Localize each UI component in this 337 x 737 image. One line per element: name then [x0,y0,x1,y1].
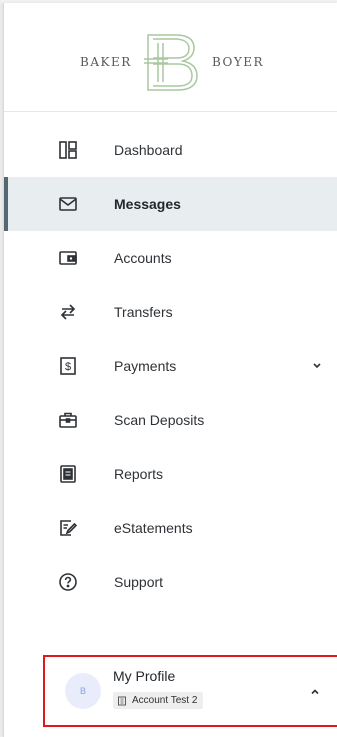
nav-item-label: Accounts [114,250,172,266]
account-badge: Account Test 2 [113,692,204,709]
nav-item-label: Transfers [114,304,173,320]
nav-item-label: eStatements [114,520,193,536]
account-name: Account Test 2 [132,695,198,706]
nav-item-support[interactable]: Support [4,555,337,609]
chevron-up-icon[interactable] [309,685,321,697]
nav-item-messages[interactable]: Messages [4,177,337,231]
main-navigation: Dashboard Messages Accounts Transfers $ … [4,123,337,609]
monogram-logo-icon [144,34,198,91]
envelope-icon [58,194,78,214]
logo-word-left: BAKER [80,55,132,69]
profile-menu[interactable]: B My Profile Account Test 2 [43,655,337,727]
wallet-icon [58,248,78,268]
nav-item-estatements[interactable]: eStatements [4,501,337,555]
nav-item-label: Messages [114,196,181,212]
building-icon [118,696,126,705]
nav-item-label: Scan Deposits [114,412,205,428]
logo-word-right: BOYER [212,55,265,69]
nav-item-accounts[interactable]: Accounts [4,231,337,285]
nav-item-dashboard[interactable]: Dashboard [4,123,337,177]
brand-logo[interactable]: BAKER BOYER [4,3,337,112]
nav-item-label: Support [114,574,164,590]
report-icon [58,464,78,484]
chevron-down-icon[interactable] [310,359,324,373]
nav-item-label: Payments [114,358,177,374]
svg-text:$: $ [65,361,71,373]
profile-name: My Profile [113,668,176,684]
nav-item-label: Reports [114,466,164,482]
briefcase-icon [58,410,78,430]
dashboard-icon [58,140,78,160]
nav-item-scan-deposits[interactable]: Scan Deposits [4,393,337,447]
avatar: B [65,673,101,709]
nav-item-reports[interactable]: Reports [4,447,337,501]
dollar-receipt-icon: $ [58,356,78,376]
help-circle-icon [58,572,78,592]
nav-item-payments[interactable]: $ Payments [4,339,337,393]
nav-item-transfers[interactable]: Transfers [4,285,337,339]
edit-document-icon [58,518,78,538]
transfer-arrows-icon [58,302,78,322]
nav-item-label: Dashboard [114,142,183,158]
sidebar: BAKER BOYER Dashboard Messages Accounts … [3,3,337,737]
